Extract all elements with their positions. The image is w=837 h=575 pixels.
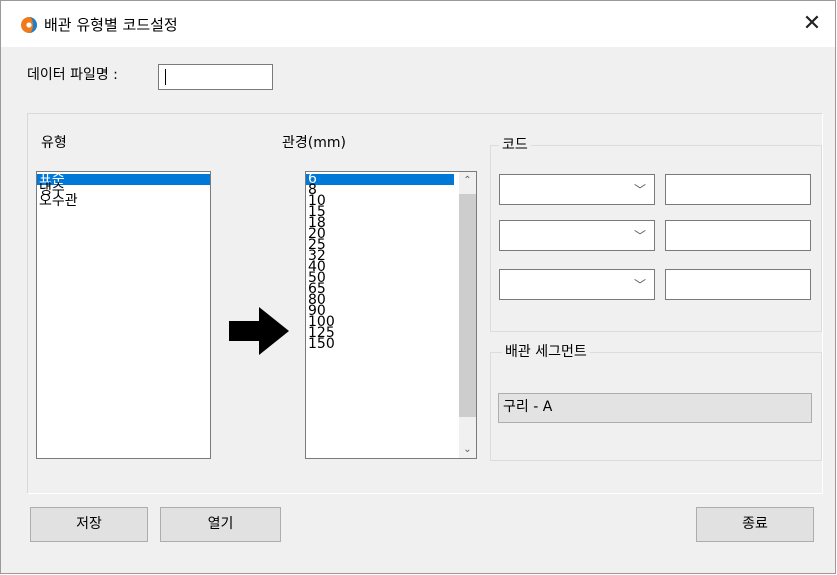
dialog-window: 배관 유형별 코드설정 ✕ 데이터 파일명 : 유형 표준 냉수 오수관 관경(mm… bbox=[0, 0, 836, 574]
diameter-list-item[interactable]: 150 bbox=[306, 337, 454, 351]
window-title: 배관 유형별 코드설정 bbox=[44, 16, 178, 34]
diameter-list-item[interactable]: 20 bbox=[306, 227, 454, 241]
diameter-list-item[interactable]: 18 bbox=[306, 216, 454, 230]
type-list-item[interactable]: 오수관 bbox=[37, 194, 210, 208]
diameter-list-item[interactable]: 6 bbox=[306, 172, 454, 186]
code-combo-1[interactable]: ﹀ bbox=[499, 174, 655, 205]
code-combo-3[interactable]: ﹀ bbox=[499, 269, 655, 300]
diameter-list-item[interactable]: 50 bbox=[306, 271, 454, 285]
file-name-label: 데이터 파일명 : bbox=[27, 67, 118, 83]
file-name-input[interactable] bbox=[158, 64, 273, 90]
diameter-list-item[interactable]: 80 bbox=[306, 293, 454, 307]
diameter-list-item[interactable]: 32 bbox=[306, 249, 454, 263]
diameter-list-item[interactable]: 65 bbox=[306, 282, 454, 296]
code-combo-2[interactable]: ﹀ bbox=[499, 220, 655, 251]
code-text-field-1[interactable] bbox=[665, 174, 811, 205]
chevron-down-icon: ﹀ bbox=[633, 183, 646, 197]
diameter-scrollbar[interactable]: ⌃ ⌄ bbox=[459, 172, 476, 458]
code-text-field-2[interactable] bbox=[665, 220, 811, 251]
scroll-up-icon[interactable]: ⌃ bbox=[459, 172, 476, 189]
diameter-list-item[interactable]: 8 bbox=[306, 183, 454, 197]
type-list-label: 유형 bbox=[41, 135, 67, 151]
exit-button[interactable]: 종료 bbox=[696, 507, 814, 542]
diameter-list-label: 관경(mm) bbox=[282, 135, 346, 151]
chevron-down-icon: ﹀ bbox=[633, 278, 646, 292]
title-bar: 배관 유형별 코드설정 ✕ bbox=[1, 1, 835, 47]
app-logo-icon bbox=[21, 17, 37, 33]
right-arrow-icon bbox=[229, 307, 289, 355]
scroll-thumb[interactable] bbox=[459, 194, 476, 417]
open-button[interactable]: 열기 bbox=[160, 507, 281, 542]
diameter-listbox[interactable]: 6 8 10 15 18 20 25 32 40 50 65 80 90 100 125 150 ⌃ ⌄ bbox=[305, 171, 477, 459]
chevron-down-icon: ﹀ bbox=[633, 229, 646, 243]
diameter-list-item[interactable]: 15 bbox=[306, 205, 454, 219]
diameter-list-item[interactable]: 40 bbox=[306, 260, 454, 274]
save-button[interactable]: 저장 bbox=[30, 507, 148, 542]
segment-value-field: 구리 - A bbox=[498, 393, 812, 423]
scroll-down-icon[interactable]: ⌄ bbox=[459, 441, 476, 458]
close-icon[interactable]: ✕ bbox=[789, 1, 835, 47]
text-caret bbox=[165, 69, 166, 85]
segment-group-label: 배관 세그먼트 bbox=[502, 341, 590, 361]
diameter-list-item[interactable]: 25 bbox=[306, 238, 454, 252]
code-group-label: 코드 bbox=[499, 134, 531, 154]
diameter-list-item[interactable]: 10 bbox=[306, 194, 454, 208]
type-listbox[interactable]: 표준 냉수 오수관 bbox=[36, 171, 211, 459]
code-text-field-3[interactable] bbox=[665, 269, 811, 300]
